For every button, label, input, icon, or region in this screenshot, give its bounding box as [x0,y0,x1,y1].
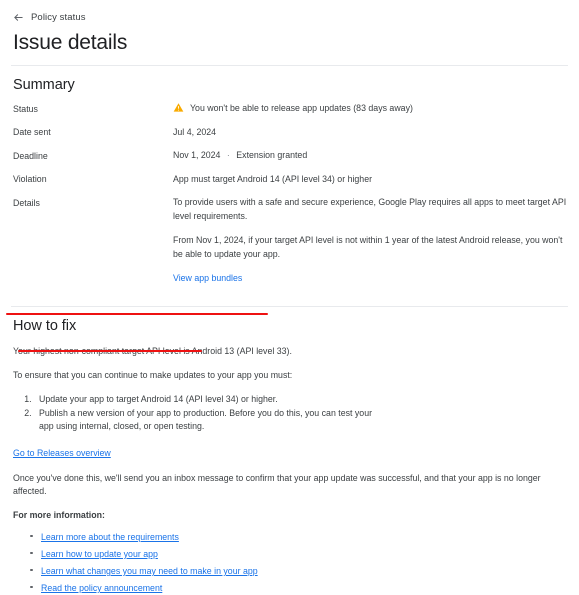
summary-table: Status You won't be able to release app … [0,102,579,284]
deadline-date: Nov 1, 2024 [173,150,221,160]
summary-section-title: Summary [13,77,75,93]
summary-label-status: Status [13,103,38,114]
page-title: Issue details [13,31,128,54]
summary-value-deadline: Nov 1, 2024 · Extension granted [173,149,567,161]
view-app-bundles-link[interactable]: View app bundles [173,273,242,283]
list-item: Learn more about the requirements [30,529,567,544]
how-to-fix-body: Your highest non-compliant target API le… [0,345,579,595]
how-to-fix-intro: To ensure that you can continue to make … [13,370,293,380]
fix-step-2: Publish a new version of your app to pro… [34,407,379,433]
info-link-update-app[interactable]: Learn how to update your app [41,549,158,559]
summary-label-details: Details [13,197,40,208]
info-link-policy-announcement[interactable]: Read the policy announcement [41,583,162,593]
summary-row-deadline: Deadline Nov 1, 2024 · Extension granted [0,149,579,162]
summary-label-deadline: Deadline [13,150,48,161]
summary-row-date-sent: Date sent Jul 4, 2024 [0,126,579,139]
section-divider [11,306,568,307]
go-to-releases-overview-link[interactable]: Go to Releases overview [13,448,111,458]
arrow-left-icon [14,13,23,21]
summary-value-details: To provide users with a safe and secure … [173,196,567,284]
releases-overview-row: Go to Releases overview [13,443,567,461]
summary-label-date-sent: Date sent [13,127,51,137]
summary-row-details: Details To provide users with a safe and… [0,196,579,284]
summary-value-date-sent: Jul 4, 2024 [173,126,217,137]
list-item: Read the policy announcement [30,580,567,595]
back-link-label[interactable]: Policy status [31,12,86,23]
more-information-label: For more information: [13,510,105,520]
fix-step-1: Update your app to target Android 14 (AP… [34,393,379,406]
summary-row-violation: Violation App must target Android 14 (AP… [0,173,579,186]
warning-triangle-icon [173,102,184,112]
red-underline-annotation-2 [18,350,202,352]
list-item: Learn how to update your app [30,546,567,561]
how-to-fix-section-title: How to fix [13,318,77,334]
info-link-changes[interactable]: Learn what changes you may need to make … [41,566,258,576]
details-paragraph-2: From Nov 1, 2024, if your target API lev… [173,235,563,259]
fix-steps-list: Update your app to target Android 14 (AP… [13,393,567,433]
summary-row-status: Status You won't be able to release app … [0,102,579,115]
info-link-requirements[interactable]: Learn more about the requirements [41,532,179,542]
header-divider [11,65,568,66]
summary-label-violation: Violation [13,174,47,184]
deadline-separator: · [226,150,230,160]
list-item: Learn what changes you may need to make … [30,563,567,578]
back-navigation[interactable]: Policy status [0,0,579,25]
deadline-extension-note: Extension granted [236,150,308,160]
summary-value-violation: App must target Android 14 (API level 34… [173,173,373,184]
information-links-list: Learn more about the requirements Learn … [13,529,567,595]
details-paragraph-1: To provide users with a safe and secure … [173,197,567,221]
summary-value-status: You won't be able to release app updates… [173,102,567,114]
red-underline-annotation-1 [6,313,268,315]
confirmation-text: Once you've done this, we'll send you an… [13,473,541,496]
status-text: You won't be able to release app updates… [190,103,413,113]
